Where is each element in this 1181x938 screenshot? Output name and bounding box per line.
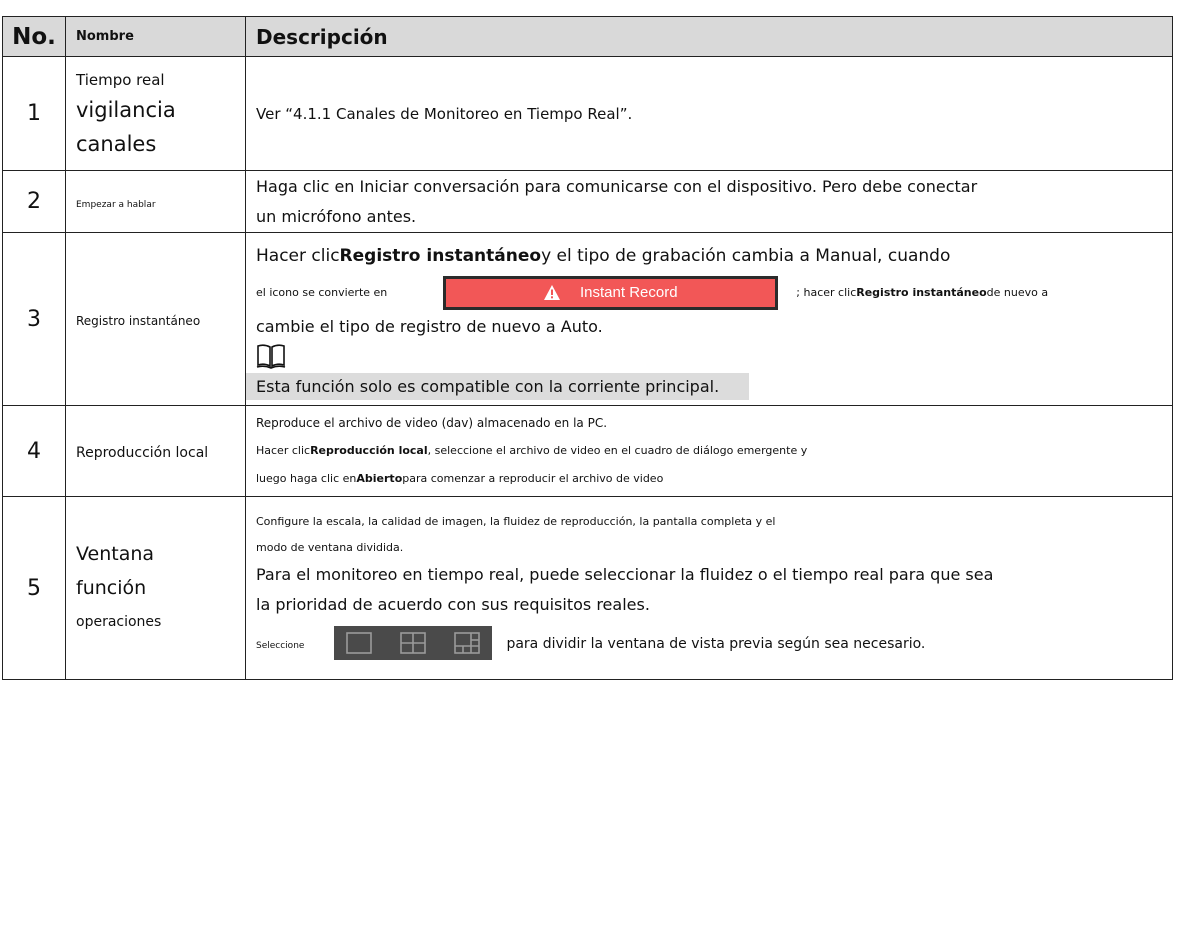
split-layout-selector: [334, 626, 493, 660]
description-line: Seleccione para dividir la ventana de vis…: [256, 620, 1162, 669]
text-run: para comenzar a reproducir el archivo de…: [402, 472, 664, 485]
description-line: Configure la escala, la calidad de image…: [256, 514, 776, 528]
note-text: Esta función solo es compatible con la c…: [246, 372, 750, 400]
row-number: 1: [2, 56, 66, 171]
name-text: Reproducción local: [76, 444, 209, 461]
table-row: 2 Empezar a hablar Haga clic en Iniciar …: [2, 170, 1173, 233]
row-name: Reproducción local: [65, 405, 246, 497]
table-header: No. Nombre Descripción: [2, 16, 1173, 57]
text-run: , seleccione el archivo de video en el c…: [427, 444, 808, 457]
row-number: 3: [2, 232, 66, 406]
warning-icon: [544, 285, 560, 300]
description-line: Hacer clicRegistro instantáneoy el tipo …: [256, 239, 1162, 273]
text-run: y el tipo de grabación cambia a Manual, …: [541, 245, 951, 266]
row-name: Registro instantáneo: [65, 232, 246, 406]
text-run: Hacer clic: [256, 444, 311, 457]
name-line: canales: [76, 131, 157, 156]
name-line: función: [76, 577, 147, 599]
description-line: cambie el tipo de registro de nuevo a Au…: [256, 316, 603, 336]
row-name: Tiempo real vigilancia canales: [65, 56, 246, 171]
row-number: 5: [2, 496, 66, 680]
bold-text: Registro instantáneo: [339, 245, 542, 266]
bold-text: Reproducción local: [310, 444, 428, 457]
row-number: 2: [2, 170, 66, 233]
table-row: 1 Tiempo real vigilancia canales Ver “4.…: [2, 56, 1173, 171]
row-name: Ventana función operaciones: [65, 496, 246, 680]
table-row: 5 Ventana función operaciones Configure …: [2, 496, 1173, 680]
row-number: 4: [2, 405, 66, 497]
description-line: luego haga clic enAbiertopara comenzar a…: [256, 465, 1162, 493]
row-description: Reproduce el archivo de video (dav) alma…: [245, 405, 1173, 497]
instant-record-button[interactable]: Instant Record: [443, 275, 779, 310]
layout-1-icon[interactable]: [346, 632, 373, 654]
bold-text: Registro instantáneo: [856, 285, 987, 299]
layout-4-icon[interactable]: [400, 632, 427, 654]
description-line: Hacer clicReproducción local, seleccione…: [256, 437, 1162, 465]
header-description: Descripción: [245, 16, 1173, 57]
header-no: No.: [2, 16, 66, 57]
description-line: Reproduce el archivo de video (dav) alma…: [256, 416, 608, 430]
bold-text: Abierto: [356, 472, 403, 485]
description-line: la prioridad de acuerdo con sus requisit…: [256, 594, 650, 614]
name-line: Tiempo real: [76, 70, 165, 89]
description-line: Para el monitoreo en tiempo real, puede …: [256, 564, 994, 584]
row-description: Hacer clicRegistro instantáneoy el tipo …: [245, 232, 1173, 406]
name-text: Registro instantáneo: [76, 313, 201, 328]
row-name: Empezar a hablar: [65, 170, 246, 233]
row-description: Ver “4.1.1 Canales de Monitoreo en Tiemp…: [245, 56, 1173, 171]
text-run: Hacer clic: [256, 245, 340, 266]
description-table: No. Nombre Descripción 1 Tiempo real vig…: [2, 16, 1173, 680]
text-run: ; hacer clic: [796, 285, 857, 299]
header-name: Nombre: [65, 16, 246, 57]
table-row: 4 Reproducción local Reproduce el archiv…: [2, 405, 1173, 497]
description-line: un micrófono antes.: [256, 206, 417, 226]
description-line: Haga clic en Iniciar conversación para c…: [256, 176, 978, 196]
name-line: Ventana: [76, 543, 155, 565]
layout-6-icon[interactable]: [454, 632, 481, 654]
text-run: para dividir la ventana de vista previa …: [506, 635, 926, 652]
name-line: vigilancia: [76, 97, 176, 122]
name-line: operaciones: [76, 614, 162, 630]
text-run: luego haga clic en: [256, 472, 357, 485]
text-run: de nuevo a: [986, 285, 1049, 299]
row-description: Haga clic en Iniciar conversación para c…: [245, 170, 1173, 233]
description-line: modo de ventana dividida.: [256, 540, 404, 554]
book-icon: [256, 343, 286, 369]
button-label: Instant Record: [580, 283, 678, 301]
description-line: el icono se convierte en Instant Record ; …: [256, 273, 1162, 313]
description-text: Ver “4.1.1 Canales de Monitoreo en Tiemp…: [256, 105, 633, 123]
text-run: el icono se convierte en: [256, 285, 388, 299]
text-run: Seleccione: [256, 640, 305, 651]
row-description: Configure la escala, la calidad de image…: [245, 496, 1173, 680]
table-row: 3 Registro instantáneo Hacer clicRegistr…: [2, 232, 1173, 406]
name-text: Empezar a hablar: [76, 200, 156, 210]
